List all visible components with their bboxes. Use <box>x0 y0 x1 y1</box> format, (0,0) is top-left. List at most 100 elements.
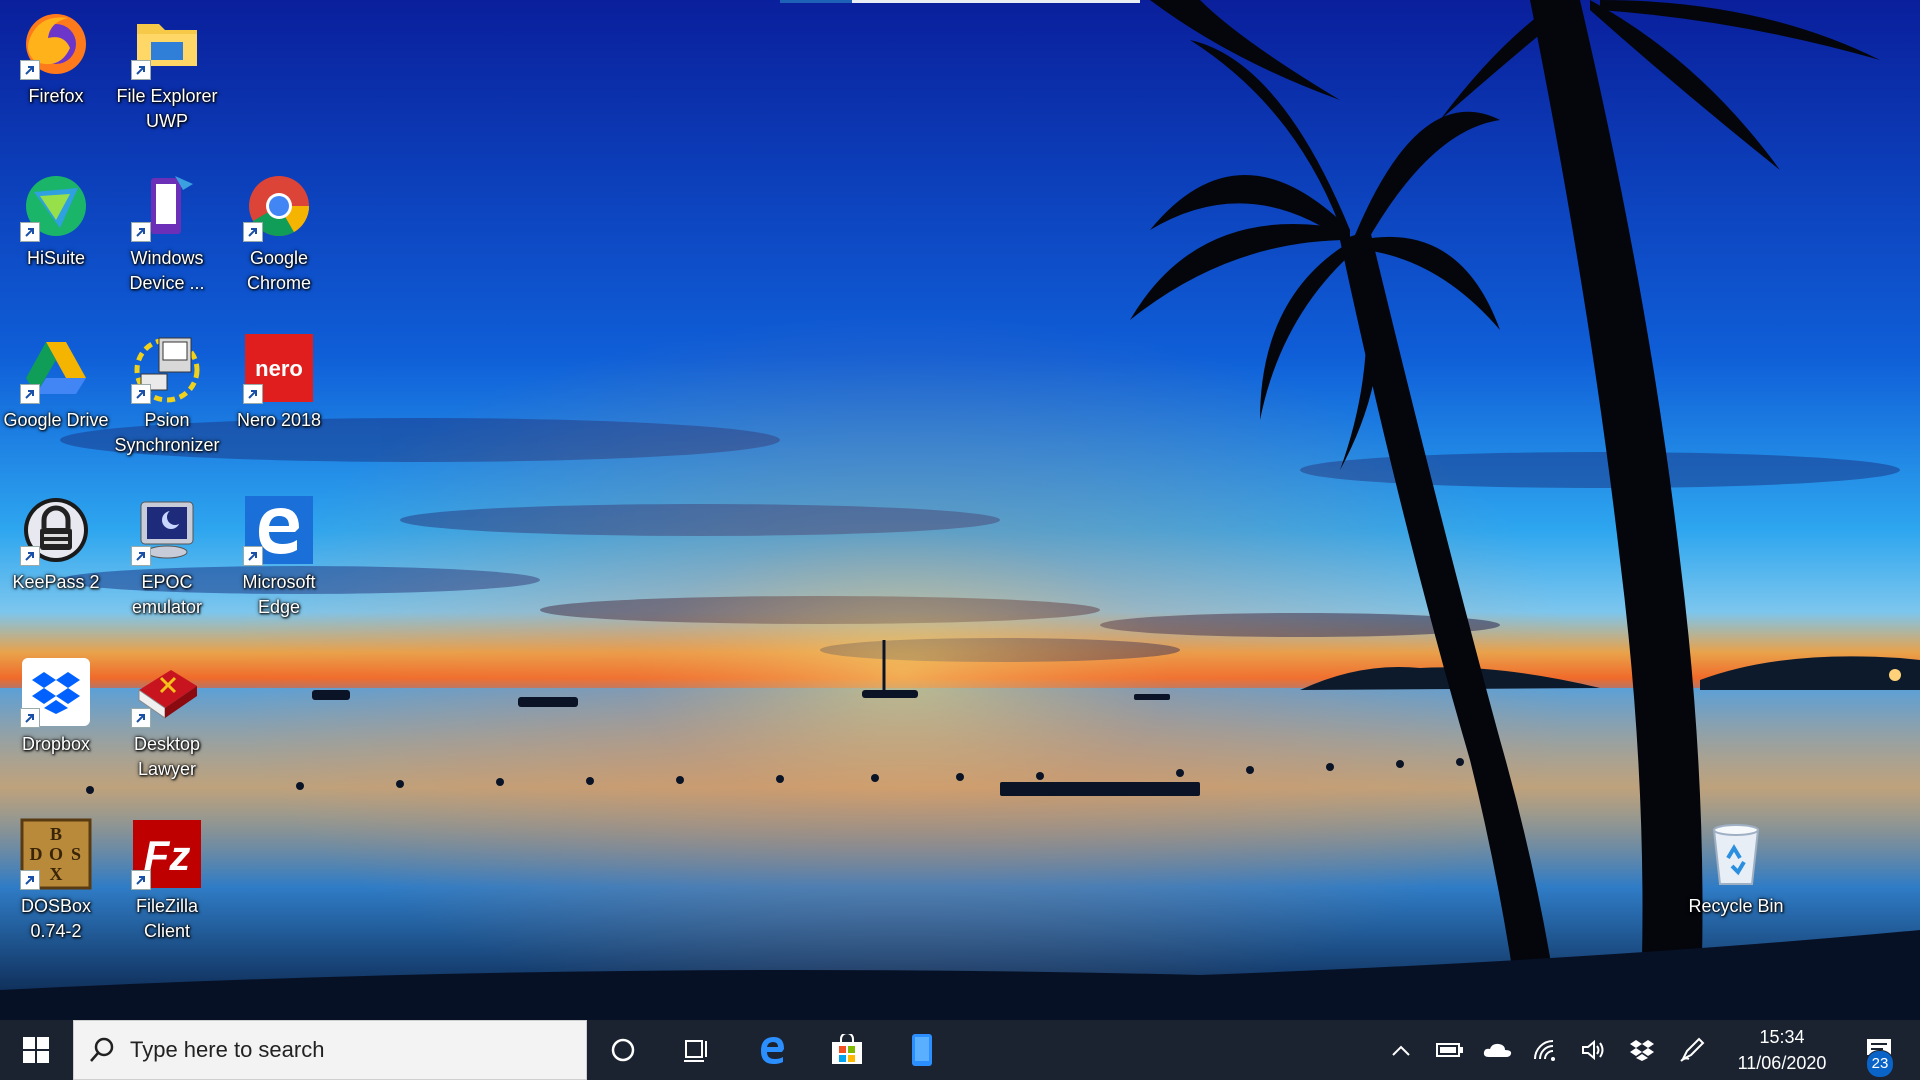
clock-date: 11/06/2020 <box>1737 1053 1827 1073</box>
volume-button[interactable] <box>1572 1020 1616 1080</box>
icon-label: KeePass 2 <box>12 572 100 592</box>
desktop-icon-dropbox[interactable]: Dropbox <box>0 648 112 798</box>
icon-label: Windows Device ... <box>129 248 205 293</box>
icon-label: Firefox <box>28 86 84 106</box>
shortcut-arrow-icon <box>20 60 40 80</box>
icon-label: HiSuite <box>26 248 86 268</box>
desktop-icon-epoc-emulator[interactable]: EPOC emulator <box>111 486 223 636</box>
taskbar-clock[interactable]: 15:34 11/06/2020 <box>1720 1020 1844 1080</box>
nero-logo-text: nero <box>255 356 303 381</box>
battery-button[interactable] <box>1428 1020 1472 1080</box>
firefox-icon <box>20 8 92 80</box>
volume-icon <box>1582 1039 1604 1061</box>
icon-label: Desktop Lawyer <box>133 734 201 779</box>
shortcut-arrow-icon <box>131 546 151 566</box>
folder-icon <box>131 8 203 80</box>
chevron-up-icon <box>1392 1045 1410 1056</box>
shortcut-arrow-icon <box>20 222 40 242</box>
icon-label: Google Chrome <box>246 248 312 293</box>
windows-logo-icon <box>23 1037 49 1063</box>
icon-label: Google Drive <box>3 410 109 430</box>
shortcut-arrow-icon <box>20 708 40 728</box>
keepass-lock-icon <box>20 494 92 566</box>
store-icon <box>832 1034 862 1064</box>
shortcut-arrow-icon <box>243 222 263 242</box>
icon-label: Psion Synchronizer <box>114 410 220 455</box>
desktop-icon-file-explorer-uwp[interactable]: File Explorer UWP <box>111 0 223 150</box>
psion-synchronizer-icon <box>131 332 203 404</box>
onedrive-button[interactable] <box>1476 1020 1520 1080</box>
pen-icon <box>1680 1037 1705 1062</box>
law-book-icon <box>131 656 203 728</box>
google-drive-icon <box>20 332 92 404</box>
icon-label: Nero 2018 <box>236 410 322 430</box>
dosbox-letter: S <box>71 844 81 864</box>
shortcut-arrow-icon <box>131 708 151 728</box>
dosbox-letter: D <box>30 844 43 864</box>
desktop-icon-recycle-bin[interactable]: Recycle Bin <box>1680 810 1792 960</box>
network-button[interactable] <box>1524 1020 1568 1080</box>
wifi-icon <box>1534 1040 1555 1061</box>
filezilla-icon: Fz <box>131 818 203 890</box>
show-hidden-icons-button[interactable] <box>1382 1020 1420 1080</box>
dosbox-letter: O <box>49 844 63 864</box>
shortcut-arrow-icon <box>243 384 263 404</box>
desktop-icon-nero-2018[interactable]: nero Nero 2018 <box>223 324 335 474</box>
taskbar-phone-button[interactable] <box>885 1020 959 1080</box>
task-view-button[interactable] <box>660 1020 734 1080</box>
dosbox-letter: X <box>50 864 63 884</box>
chrome-icon <box>243 170 315 242</box>
shortcut-arrow-icon <box>20 384 40 404</box>
dropbox-tray-icon <box>1630 1040 1654 1061</box>
icon-label: EPOC emulator <box>131 572 203 617</box>
desktop-icon-firefox[interactable]: Firefox <box>0 0 112 150</box>
dosbox-letter: B <box>50 824 62 844</box>
desktop-icon-google-chrome[interactable]: Google Chrome <box>223 162 335 312</box>
battery-icon <box>1436 1043 1463 1057</box>
shortcut-arrow-icon <box>131 384 151 404</box>
dosbox-icon: BDOSX <box>20 818 92 890</box>
task-view-icon <box>684 1040 707 1062</box>
dropbox-tray-button[interactable] <box>1620 1020 1664 1080</box>
nero-icon: nero <box>243 332 315 404</box>
icon-label: FileZilla Client <box>135 896 198 941</box>
desktop-icon-dosbox[interactable]: BDOSX DOSBox 0.74-2 <box>0 810 112 960</box>
monitor-icon <box>131 494 203 566</box>
dropbox-icon <box>20 656 92 728</box>
desktop-icon-google-drive[interactable]: Google Drive <box>0 324 112 474</box>
clock-time: 15:34 <box>1759 1027 1805 1047</box>
start-button[interactable] <box>0 1020 72 1080</box>
icon-label: Recycle Bin <box>1688 896 1784 916</box>
recycle-bin-icon <box>1700 818 1772 890</box>
shortcut-arrow-icon <box>20 546 40 566</box>
desktop-icon-microsoft-edge[interactable]: Microsoft Edge <box>223 486 335 636</box>
taskbar-edge-button[interactable] <box>735 1020 809 1080</box>
cortana-button[interactable] <box>588 1020 658 1080</box>
edge-icon <box>243 494 315 566</box>
icon-label: Microsoft Edge <box>242 572 316 617</box>
shortcut-arrow-icon <box>131 222 151 242</box>
icon-label: Dropbox <box>21 734 91 754</box>
phone-icon <box>912 1034 932 1066</box>
hisuite-icon <box>20 170 92 242</box>
shortcut-arrow-icon <box>131 60 151 80</box>
desktop-icon-desktop-lawyer[interactable]: Desktop Lawyer <box>111 648 223 798</box>
desktop-icon-filezilla-client[interactable]: Fz FileZilla Client <box>111 810 223 960</box>
pen-workspace-button[interactable] <box>1670 1020 1714 1080</box>
taskbar-store-button[interactable] <box>810 1020 884 1080</box>
shortcut-arrow-icon <box>131 870 151 890</box>
shortcut-arrow-icon <box>20 870 40 890</box>
cortana-icon <box>611 1038 635 1062</box>
search-icon <box>90 1037 114 1062</box>
onedrive-icon <box>1483 1043 1512 1057</box>
window-edge-strip <box>780 0 1140 3</box>
desktop-icon-keepass-2[interactable]: KeePass 2 <box>0 486 112 636</box>
device-portal-icon <box>131 170 203 242</box>
search-placeholder: Type here to search <box>130 1037 325 1062</box>
desktop-icon-hisuite[interactable]: HiSuite <box>0 162 112 312</box>
edge-icon <box>761 1037 784 1064</box>
shortcut-arrow-icon <box>243 546 263 566</box>
search-box[interactable]: Type here to search <box>73 1020 587 1080</box>
desktop-icon-psion-synchronizer[interactable]: Psion Synchronizer <box>111 324 223 474</box>
desktop-icon-windows-device[interactable]: Windows Device ... <box>111 162 223 312</box>
